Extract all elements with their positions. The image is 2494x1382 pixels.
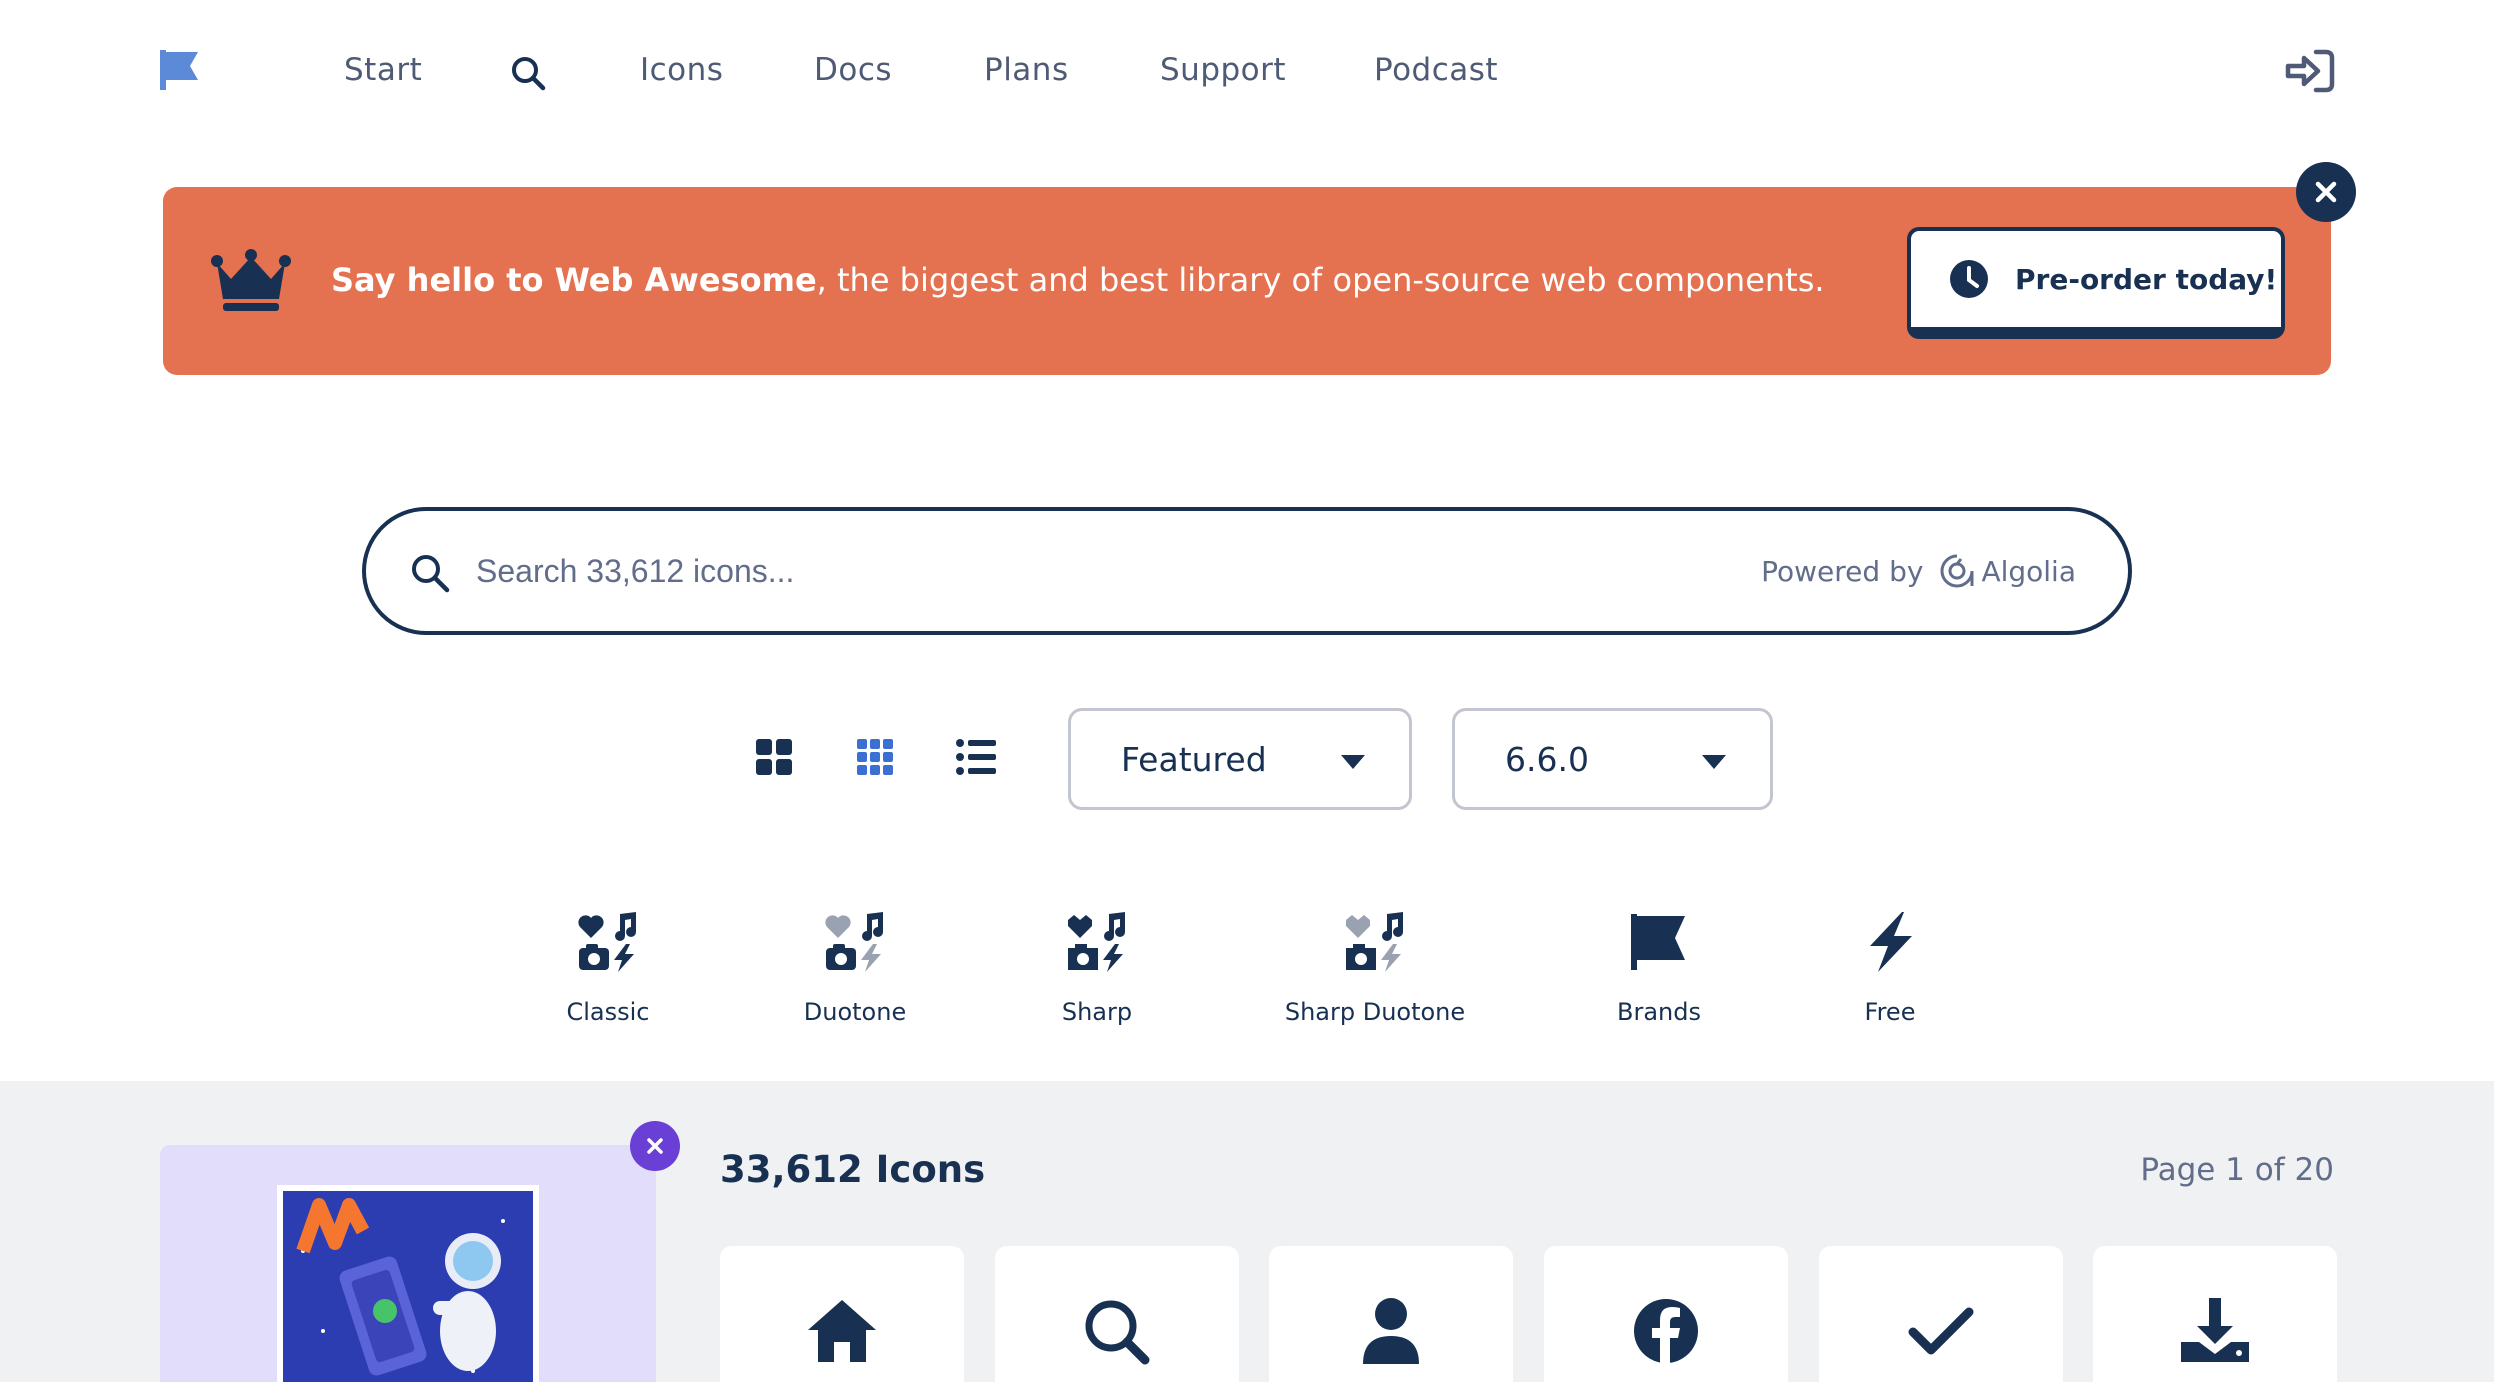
search-input[interactable]	[476, 541, 1676, 601]
family-classic-label: Classic	[566, 998, 650, 1026]
download-icon	[2181, 1298, 2249, 1362]
icon-card-user[interactable]	[1269, 1246, 1513, 1382]
promo-banner: Say hello to Web Awesome, the biggest an…	[163, 187, 2331, 375]
nav-plans[interactable]: Plans	[984, 52, 1069, 88]
algolia-label: Algolia	[1981, 554, 2076, 588]
classic-style-icon	[578, 912, 636, 972]
duotone-style-icon	[825, 912, 883, 972]
top-nav: Start Icons Docs Plans Support Podcast	[0, 0, 2494, 150]
family-sharp[interactable]: Sharp	[987, 910, 1207, 1040]
caret-down-icon	[1341, 755, 1365, 769]
nav-support[interactable]: Support	[1160, 52, 1286, 88]
ad-illustration	[283, 1191, 533, 1382]
font-awesome-flag-logo-icon[interactable]	[158, 48, 200, 92]
banner-text: , the biggest and best library of open-s…	[816, 261, 1825, 299]
ad-close-button[interactable]	[630, 1121, 680, 1171]
icon-card-facebook[interactable]	[1544, 1246, 1788, 1382]
page-indicator: Page 1 of 20	[2140, 1152, 2334, 1188]
sort-value: Featured	[1121, 739, 1267, 779]
bolt-icon	[1870, 912, 1912, 972]
nav-docs[interactable]: Docs	[814, 52, 892, 88]
check-icon	[1908, 1307, 1974, 1355]
icon-card-check[interactable]	[1819, 1246, 2063, 1382]
family-brands-label: Brands	[1617, 998, 1701, 1026]
search-icon	[412, 555, 450, 593]
magnifying-glass-icon	[1085, 1300, 1150, 1365]
icon-card-house[interactable]	[720, 1246, 964, 1382]
family-free[interactable]: Free	[1780, 910, 2000, 1040]
icon-search-bar: Powered by Algolia	[362, 507, 2132, 635]
preorder-button[interactable]: Pre-order today!	[1907, 227, 2285, 339]
nav-start[interactable]: Start	[344, 52, 422, 88]
banner-highlight[interactable]: Say hello to Web Awesome	[331, 261, 817, 299]
brands-flag-icon	[1631, 914, 1685, 970]
view-small-grid-icon[interactable]	[855, 737, 895, 777]
sponsor-ad[interactable]	[160, 1145, 656, 1382]
close-icon	[2315, 181, 2337, 203]
version-value: 6.6.0	[1505, 739, 1589, 779]
icon-card-magnifying-glass[interactable]	[995, 1246, 1239, 1382]
sign-in-icon[interactable]	[2284, 46, 2336, 96]
banner-close-button[interactable]	[2296, 162, 2356, 222]
icon-card-download[interactable]	[2093, 1246, 2337, 1382]
banner-message: Say hello to Web Awesome, the biggest an…	[331, 261, 1825, 299]
user-icon	[1363, 1298, 1419, 1364]
powered-by-algolia[interactable]: Powered by Algolia	[1761, 553, 2076, 589]
sort-select[interactable]: Featured	[1068, 708, 1412, 810]
ad-image-frame	[277, 1185, 539, 1382]
sharp-duotone-style-icon	[1346, 912, 1403, 972]
astronaut-illustration-icon	[283, 1191, 533, 1382]
house-icon	[808, 1300, 876, 1362]
family-free-label: Free	[1864, 998, 1916, 1026]
view-large-grid-icon[interactable]	[754, 737, 794, 777]
facebook-icon	[1634, 1299, 1698, 1363]
nav-icons[interactable]: Icons	[640, 52, 723, 88]
version-select[interactable]: 6.6.0	[1452, 708, 1773, 810]
results-count: 33,612 Icons	[720, 1148, 986, 1191]
family-brands[interactable]: Brands	[1549, 910, 1769, 1040]
family-sharp-duotone[interactable]: Sharp Duotone	[1265, 910, 1485, 1040]
crown-icon	[211, 249, 291, 311]
sharp-style-icon	[1068, 912, 1125, 972]
view-list-icon[interactable]	[956, 737, 996, 777]
family-duotone-label: Duotone	[803, 998, 907, 1026]
clock-icon	[1950, 260, 1988, 298]
family-classic[interactable]: Classic	[498, 910, 718, 1040]
caret-down-icon	[1702, 755, 1726, 769]
preorder-label: Pre-order today!	[2015, 262, 2278, 296]
close-icon	[647, 1138, 663, 1154]
family-duotone[interactable]: Duotone	[745, 910, 965, 1040]
family-sharp-duotone-label: Sharp Duotone	[1284, 998, 1466, 1026]
nav-podcast[interactable]: Podcast	[1374, 52, 1498, 88]
algolia-icon	[1940, 554, 1974, 588]
powered-by-label: Powered by	[1761, 554, 1924, 588]
family-sharp-label: Sharp	[1061, 998, 1133, 1026]
search-icon[interactable]	[510, 55, 546, 91]
